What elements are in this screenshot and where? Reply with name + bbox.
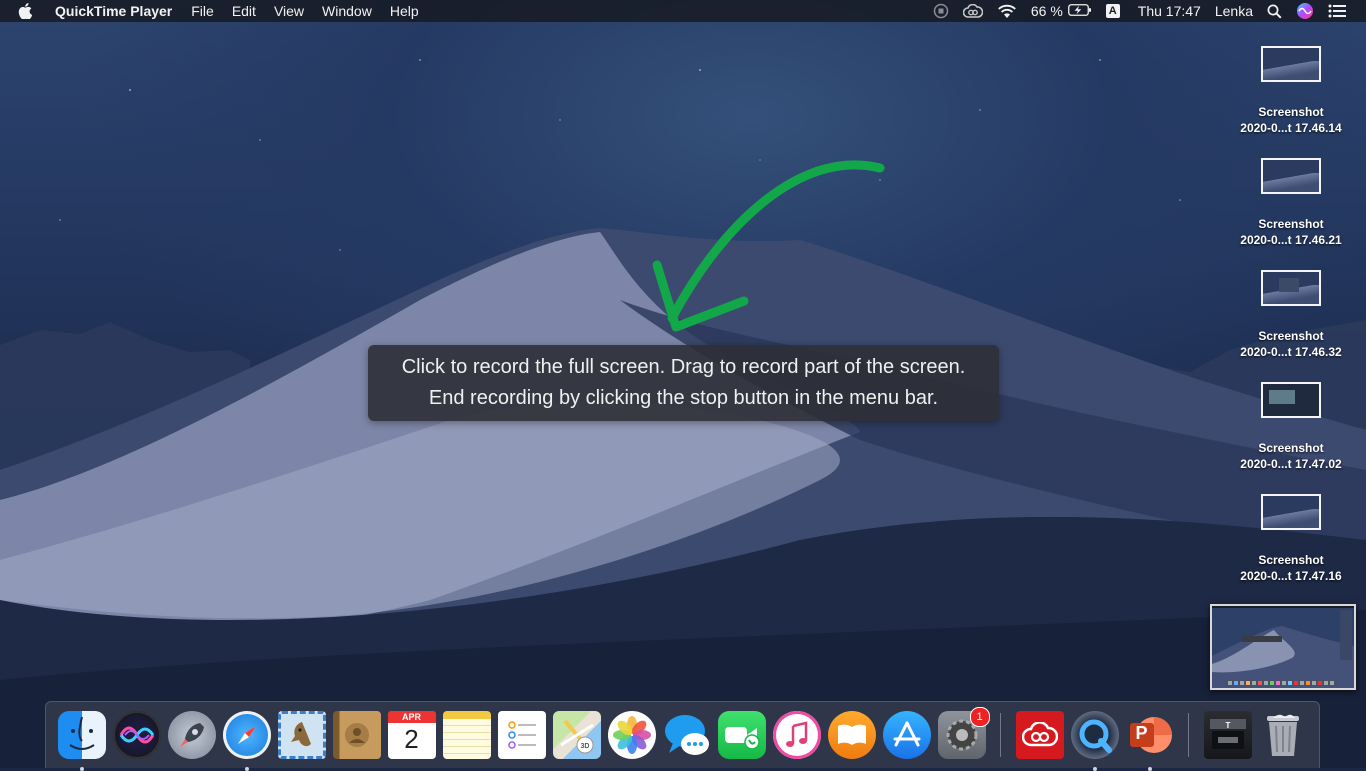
itunes-icon[interactable] [772, 711, 821, 759]
powerpoint-letter: P [1135, 723, 1148, 743]
quicktime-icon[interactable] [1070, 711, 1119, 771]
launchpad-icon[interactable] [167, 711, 216, 759]
calendar-icon[interactable]: APR 2 [387, 711, 436, 759]
finder-icon[interactable] [57, 711, 106, 771]
dock-separator [1188, 713, 1189, 757]
dock: APR 2 3D 1 P T [45, 701, 1320, 771]
hint-line-2: End recording by clicking the stop butto… [428, 387, 939, 409]
notes-icon[interactable] [442, 711, 491, 759]
reminders-icon[interactable] [497, 711, 546, 759]
dock-separator [1000, 713, 1001, 757]
mail-icon[interactable] [277, 711, 326, 759]
books-icon[interactable] [827, 711, 876, 759]
svg-text:3D: 3D [580, 743, 589, 750]
system-preferences-icon[interactable]: 1 [937, 707, 990, 759]
calendar-month: APR [387, 711, 436, 723]
trash-icon[interactable] [1259, 711, 1307, 759]
calendar-day: 2 [404, 724, 419, 754]
safari-icon[interactable] [222, 711, 271, 771]
notification-badge: 1 [969, 707, 990, 727]
floating-screenshot-thumbnail[interactable] [1210, 604, 1356, 690]
creative-cloud-icon[interactable] [1015, 711, 1064, 759]
screen-recording-hint: Click to record the full screen. Drag to… [368, 345, 999, 421]
contacts-icon[interactable] [332, 711, 381, 759]
hint-line-1: Click to record the full screen. Drag to… [401, 356, 966, 378]
app-store-icon[interactable] [882, 711, 931, 759]
photos-icon[interactable] [607, 711, 656, 759]
siri-icon[interactable] [112, 711, 161, 759]
powerpoint-icon[interactable]: P [1126, 711, 1174, 771]
messages-icon[interactable] [663, 711, 711, 759]
facetime-icon[interactable] [717, 711, 766, 759]
svg-text:T: T [1225, 721, 1230, 730]
maps-icon[interactable]: 3D [552, 711, 601, 759]
downloads-stack-icon[interactable]: T [1203, 711, 1252, 759]
